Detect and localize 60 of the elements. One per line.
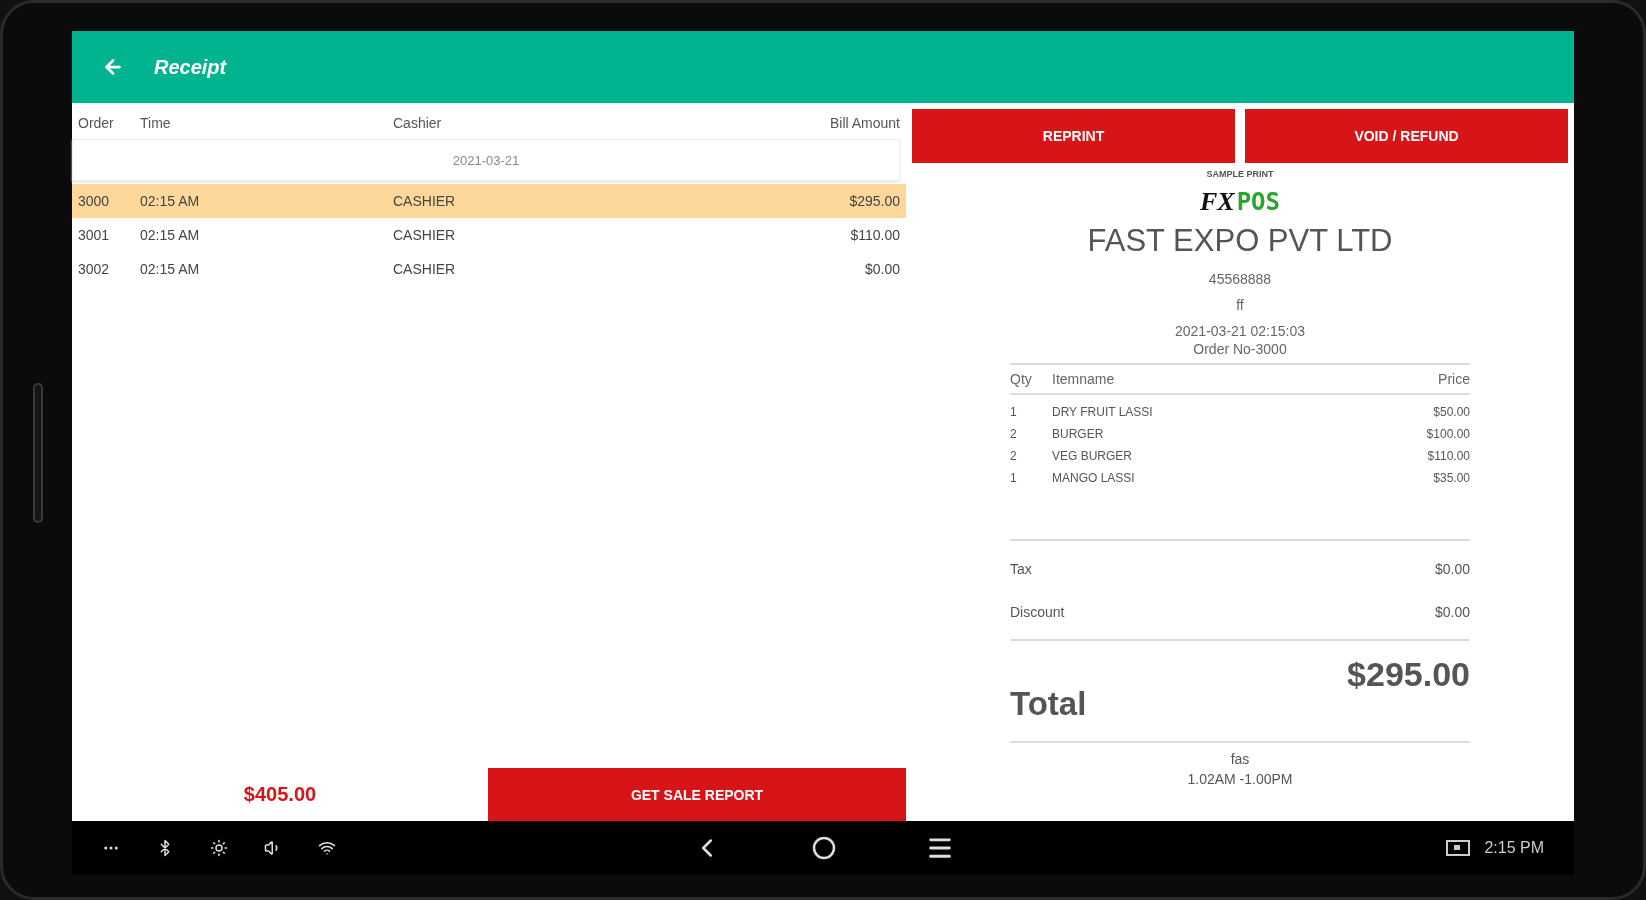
logo-text: POS: [1236, 188, 1280, 216]
column-header: Bill Amount: [829, 115, 900, 131]
summary-label: Tax: [1010, 560, 1032, 577]
item-price: $35.00: [1432, 470, 1470, 487]
column-header: Order: [78, 115, 115, 131]
total-label: Total: [1010, 685, 1087, 723]
table-cell-text: 02:15 AM: [140, 193, 201, 209]
table-cell-text: CASHIER: [393, 193, 457, 209]
item-name: VEG BURGER: [1052, 448, 1133, 465]
phone-number: 45568888: [1208, 271, 1272, 287]
home-icon[interactable]: [812, 836, 836, 860]
table-cell: $0.00: [864, 261, 900, 277]
action-button[interactable]: REPRINT: [912, 109, 1235, 163]
date-text: 2021-03-21: [452, 152, 520, 168]
column-header: Time: [140, 115, 172, 131]
item-quantity: 2: [1010, 448, 1018, 465]
item-price: $50.00: [1432, 404, 1470, 421]
receipt-footer: 1.02AM -1.00PM: [1187, 769, 1293, 789]
item-name: BURGER: [1052, 426, 1105, 443]
summary-value: $0.00: [1434, 603, 1470, 620]
receipt-caption: SAMPLE PRINT: [1206, 169, 1274, 179]
table-cell: $295.00: [849, 193, 900, 209]
receipt-line: ff: [1236, 297, 1244, 313]
item-price: $100.00: [1426, 426, 1470, 443]
table-cell: $110.00: [850, 227, 900, 243]
table-cell-text: 02:15 AM: [140, 261, 201, 277]
table-cell-text: 3001: [78, 227, 111, 243]
item-quantity: 1: [1010, 470, 1018, 487]
brightness-icon[interactable]: [210, 839, 228, 857]
column-header: Itemname: [1052, 371, 1116, 387]
logo-text: FX: [1199, 187, 1235, 217]
item-quantity: 1: [1010, 404, 1018, 421]
sales-total: $405.00: [243, 783, 317, 806]
column-header: Cashier: [393, 115, 443, 131]
table-cell-text: CASHIER: [393, 227, 457, 243]
order-row[interactable]: 3000 02:15 AM CASHIER $295.00: [72, 184, 906, 218]
column-header: Qty: [1010, 371, 1033, 387]
item-quantity: 2: [1010, 426, 1018, 443]
receipt-footer: fas: [1230, 749, 1250, 769]
item-name: MANGO LASSI: [1052, 470, 1136, 487]
summary-label: Discount: [1010, 603, 1065, 620]
table-cell-text: 3002: [78, 261, 111, 277]
wifi-icon[interactable]: [318, 839, 336, 857]
table-cell-text: 3000: [78, 193, 111, 209]
sale-report-button[interactable]: GET SALE REPORT: [488, 768, 906, 821]
receipt-datetime: 2021-03-21 02:15:03: [1175, 323, 1305, 339]
summary-value: $0.00: [1434, 560, 1470, 577]
back-button[interactable]: [102, 56, 124, 78]
order-number: Order No-3000: [1193, 341, 1287, 357]
screen-icon[interactable]: [1446, 840, 1471, 856]
action-button[interactable]: VOID / REFUND: [1245, 109, 1568, 163]
item-name: DRY FRUIT LASSI: [1052, 404, 1154, 421]
column-header: Price: [1438, 371, 1470, 387]
screen-title: Receipt: [154, 55, 227, 79]
company-name: FAST EXPO PVT LTD: [1087, 223, 1393, 259]
item-price: $110.00: [1426, 448, 1470, 465]
total-value: $295.00: [1347, 655, 1470, 695]
table-cell-text: 02:15 AM: [140, 227, 201, 243]
clock-time: 2:15 PM: [1484, 839, 1544, 857]
table-cell-text: CASHIER: [393, 261, 457, 277]
